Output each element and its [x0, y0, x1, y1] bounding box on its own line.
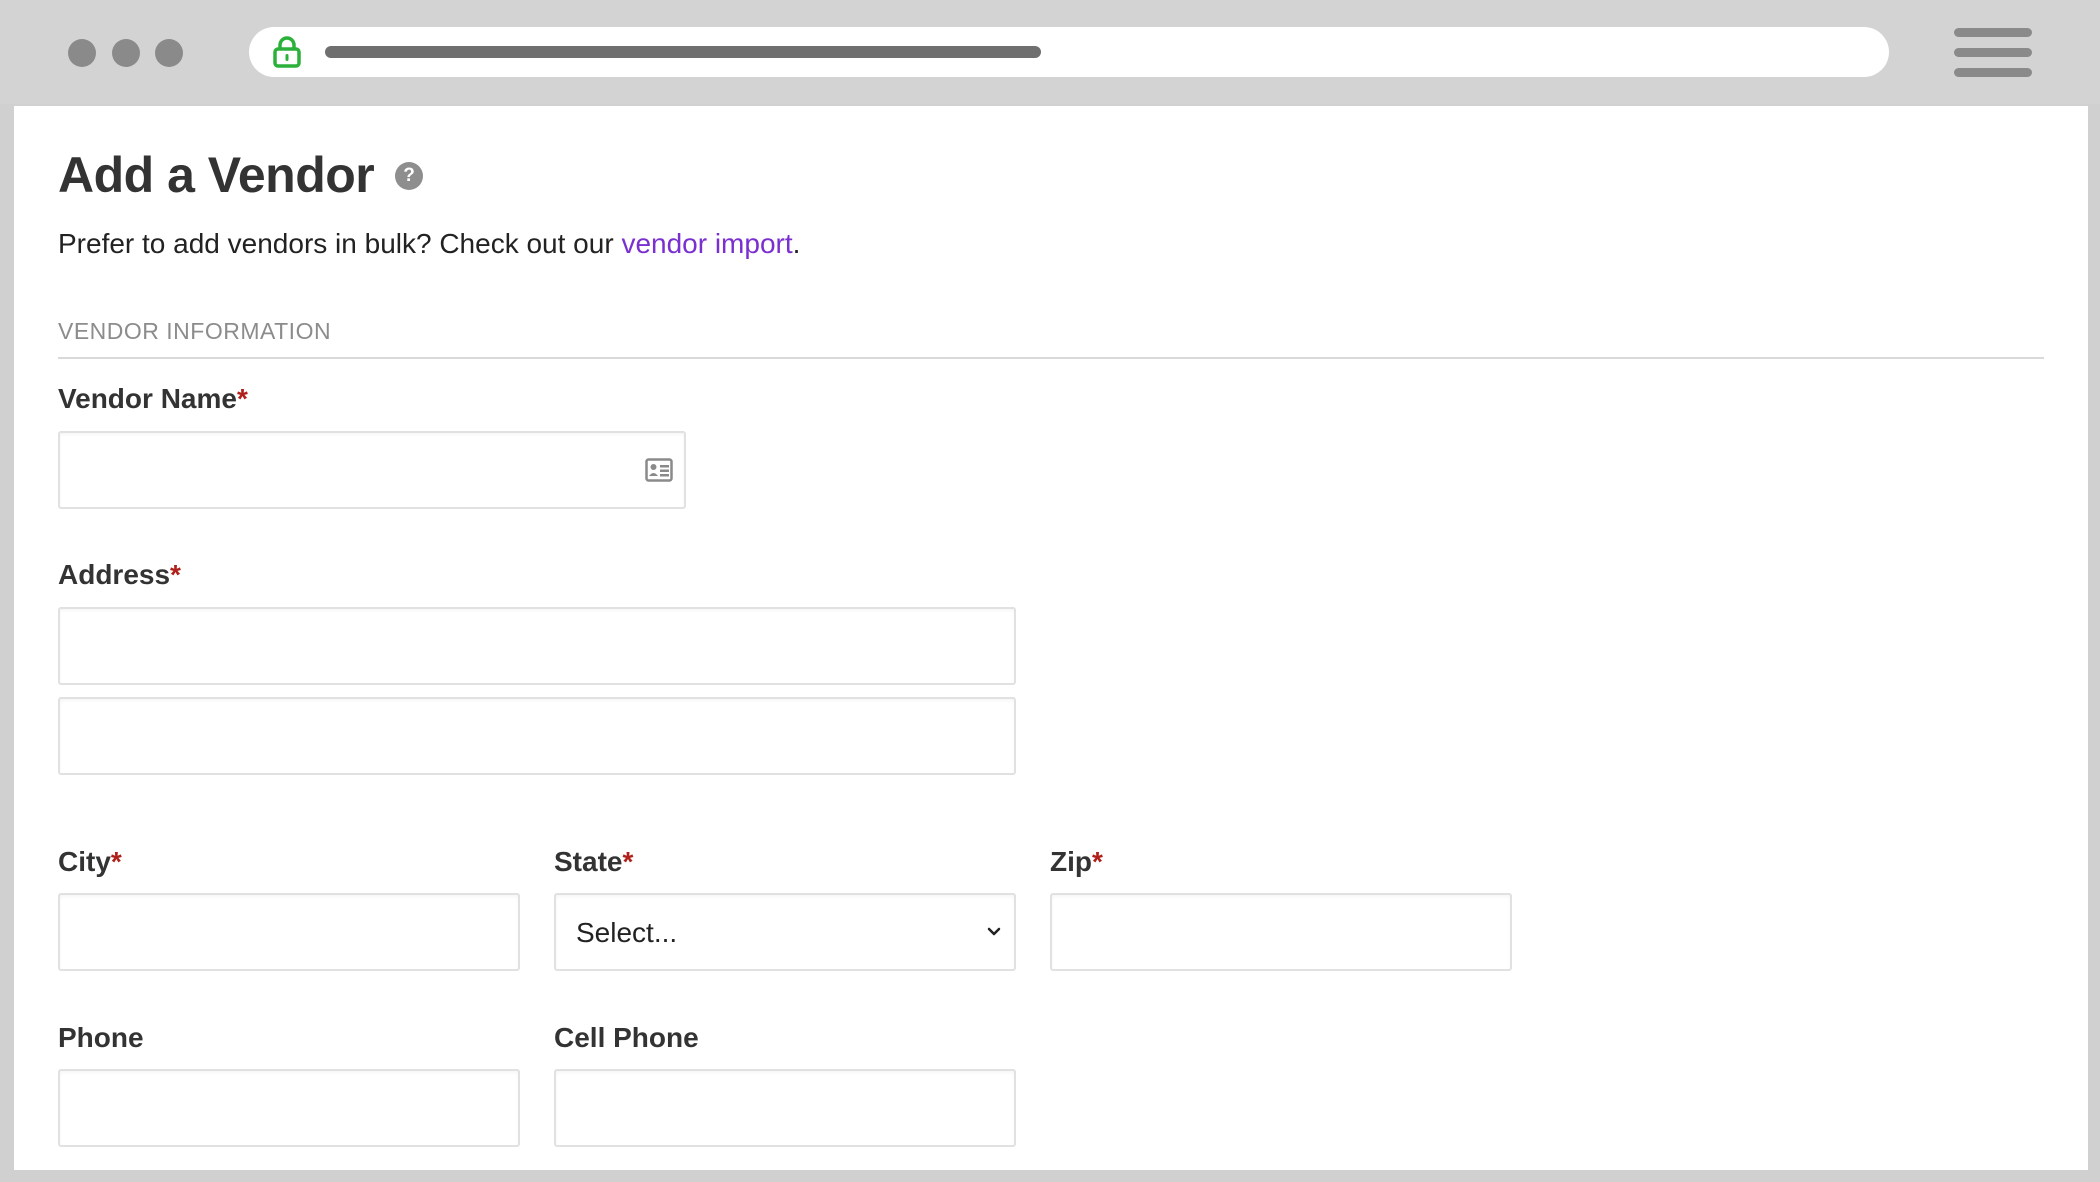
- required-marker: *: [236, 383, 248, 414]
- required-marker: *: [110, 846, 122, 877]
- required-marker: *: [622, 846, 634, 877]
- city-input[interactable]: [58, 893, 520, 971]
- state-label-text: State: [554, 846, 623, 877]
- state-select[interactable]: Select...: [554, 893, 1016, 971]
- address-label: Address*: [58, 559, 181, 591]
- required-marker: *: [170, 559, 181, 590]
- url-placeholder-bar: [325, 46, 1041, 58]
- vendor-name-label-text: Vendor Name: [58, 383, 237, 414]
- cell-phone-label: Cell Phone: [554, 1022, 699, 1053]
- vendor-name-input[interactable]: [58, 431, 686, 509]
- intro-text: Prefer to add vendors in bulk? Check out…: [58, 228, 800, 260]
- hamburger-menu-icon[interactable]: [1954, 28, 2032, 78]
- required-marker: *: [1092, 846, 1103, 877]
- state-label: State*: [554, 846, 633, 878]
- page-content: Add a Vendor ? Prefer to add vendors in …: [14, 106, 2088, 1170]
- intro-period: .: [792, 228, 801, 259]
- phone-label: Phone: [58, 1022, 144, 1053]
- contact-card-icon[interactable]: [645, 457, 673, 483]
- intro-prefix: Prefer to add vendors in bulk? Check out…: [58, 228, 622, 259]
- state-select-value: Select...: [576, 917, 678, 948]
- cell-phone-input[interactable]: [554, 1069, 1016, 1147]
- section-divider: [58, 357, 2044, 359]
- zip-label-text: Zip: [1050, 846, 1092, 877]
- address-label-text: Address: [58, 559, 171, 590]
- city-label: City*: [58, 846, 122, 878]
- zip-input[interactable]: [1050, 893, 1512, 971]
- window-close-dot[interactable]: [68, 39, 96, 67]
- browser-chrome: [0, 0, 2100, 104]
- vendor-import-link[interactable]: vendor import: [621, 228, 792, 259]
- window-minimize-dot[interactable]: [112, 39, 140, 67]
- chevron-down-icon: [987, 927, 1001, 936]
- lock-icon: [273, 36, 301, 68]
- address-bar[interactable]: [249, 27, 1889, 77]
- address-line2-input[interactable]: [58, 697, 1016, 775]
- zip-label: Zip*: [1050, 846, 1103, 878]
- vendor-name-label: Vendor Name*: [58, 383, 248, 415]
- window-maximize-dot[interactable]: [155, 39, 183, 67]
- phone-input[interactable]: [58, 1069, 520, 1147]
- city-label-text: City: [58, 846, 111, 877]
- section-heading: VENDOR INFORMATION: [58, 318, 332, 344]
- address-line1-input[interactable]: [58, 607, 1016, 685]
- help-icon[interactable]: ?: [395, 162, 423, 190]
- page-title: Add a Vendor: [58, 147, 375, 203]
